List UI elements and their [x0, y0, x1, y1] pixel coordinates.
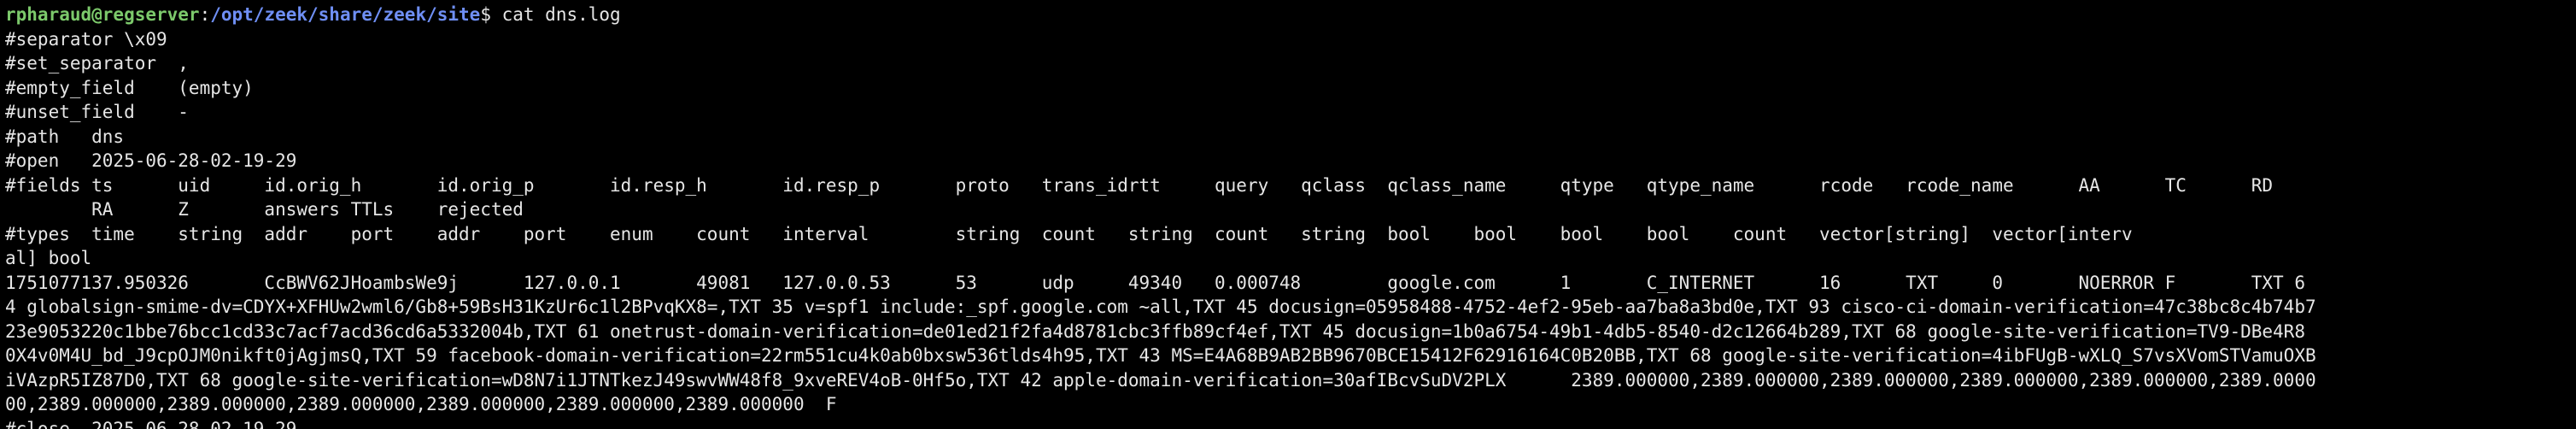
output-line: #close 2025-06-28-02-19-29 — [5, 418, 297, 429]
output-line: 0X4v0M4U_bd_J9cpOJM0nikft0jAgjmsQ,TXT 59… — [5, 345, 2316, 366]
output-line: #empty_field (empty) — [5, 77, 254, 98]
output-line: 4 globalsign-smime-dv=CDYX+XFHUw2wml6/Gb… — [5, 297, 2316, 317]
output-line: #path dns — [5, 126, 125, 147]
output-line: iVAzpR5IZ87D0,TXT 68 google-site-verific… — [5, 369, 2316, 391]
output-line: #fields ts uid id.orig_h id.orig_p id.re… — [5, 174, 2274, 196]
output-line: #separator \x09 — [5, 28, 167, 50]
terminal-window[interactable]: rpharaud@regserver:/opt/zeek/share/zeek/… — [0, 0, 2576, 429]
output-line: RA Z answers TTLs rejected — [5, 199, 524, 220]
prompt-symbol: $ — [480, 4, 491, 25]
prompt-separator: : — [199, 4, 211, 25]
output-line: 23e9053220c1bbe76bcc1cd33c7acf7acd36cd6a… — [5, 320, 2305, 342]
output-line: #set_separator , — [5, 53, 189, 73]
output-line: #open 2025-06-28-02-19-29 — [5, 150, 297, 171]
command-text: cat dns.log — [490, 4, 621, 25]
output-line: 1751077137.950326 CcBWV62JHoambsWe9j 127… — [5, 272, 2305, 293]
output-line: #unset_field - — [5, 102, 189, 122]
output-line: al] bool — [5, 248, 92, 268]
output-line: 00,2389.000000,2389.000000,2389.000000,2… — [5, 394, 837, 414]
prompt-line: rpharaud@regserver:/opt/zeek/share/zeek/… — [5, 3, 2571, 27]
prompt-user-host: rpharaud@regserver — [5, 4, 200, 25]
prompt-path: /opt/zeek/share/zeek/site — [210, 4, 481, 25]
output-line: #types time string addr port addr port e… — [5, 223, 2133, 244]
